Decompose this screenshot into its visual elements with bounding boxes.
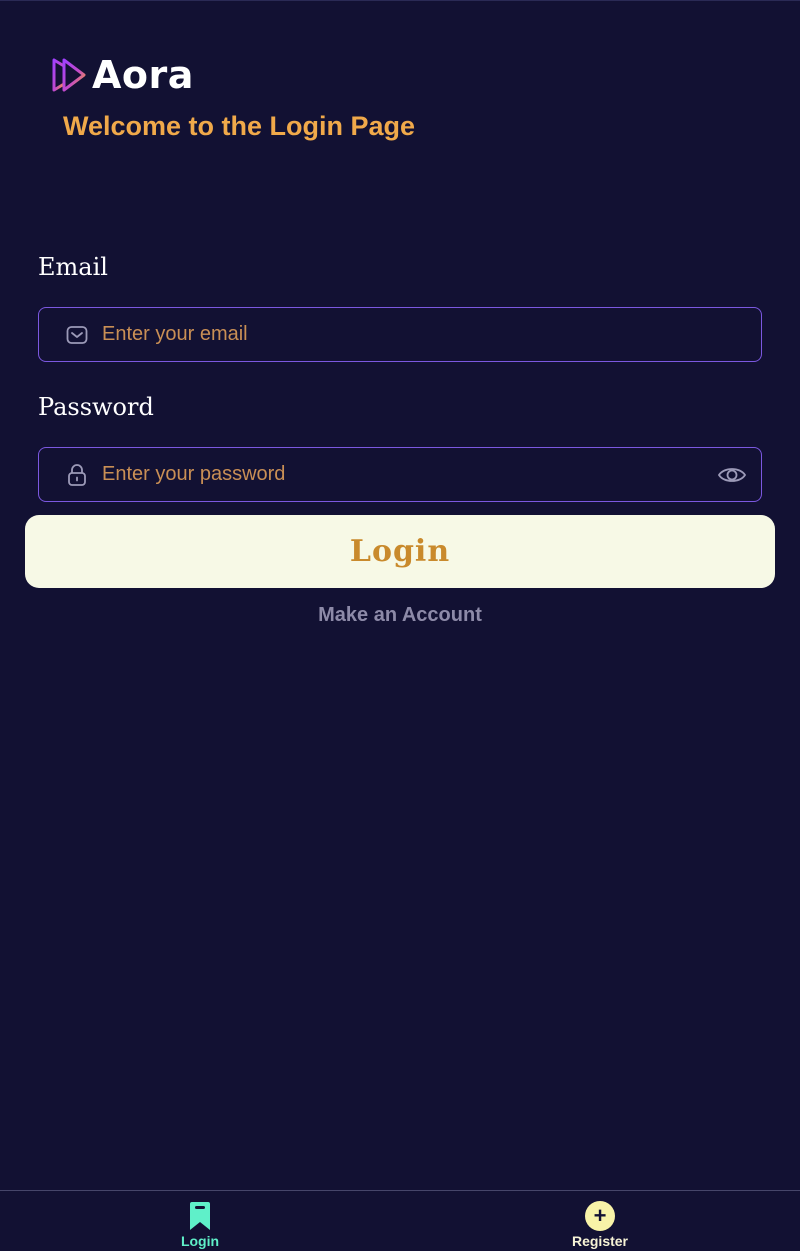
- tab-register-label: Register: [571, 1233, 629, 1249]
- bookmark-icon: [186, 1201, 214, 1231]
- plus-circle-icon: +: [585, 1201, 615, 1231]
- lock-icon: [65, 463, 89, 487]
- bottom-nav: Login + Register: [0, 1190, 800, 1251]
- email-field-container[interactable]: [38, 307, 762, 362]
- make-account-link[interactable]: Make an Account: [0, 604, 800, 627]
- welcome-heading: Welcome to the Login Page: [63, 111, 416, 141]
- password-field-container[interactable]: [38, 447, 762, 502]
- login-button[interactable]: Login: [25, 515, 775, 588]
- email-label: Email: [38, 253, 108, 281]
- app-name: Aora: [92, 53, 194, 97]
- tab-login-label: Login: [180, 1233, 220, 1249]
- email-input[interactable]: [102, 323, 761, 346]
- app-logo: Aora: [50, 53, 194, 97]
- password-input[interactable]: [102, 463, 717, 486]
- tab-login[interactable]: Login: [140, 1191, 260, 1251]
- eye-icon[interactable]: [717, 460, 747, 490]
- password-label: Password: [38, 393, 154, 421]
- mail-icon: [65, 323, 89, 347]
- tab-register[interactable]: + Register: [540, 1191, 660, 1251]
- aora-logo-icon: [52, 58, 86, 92]
